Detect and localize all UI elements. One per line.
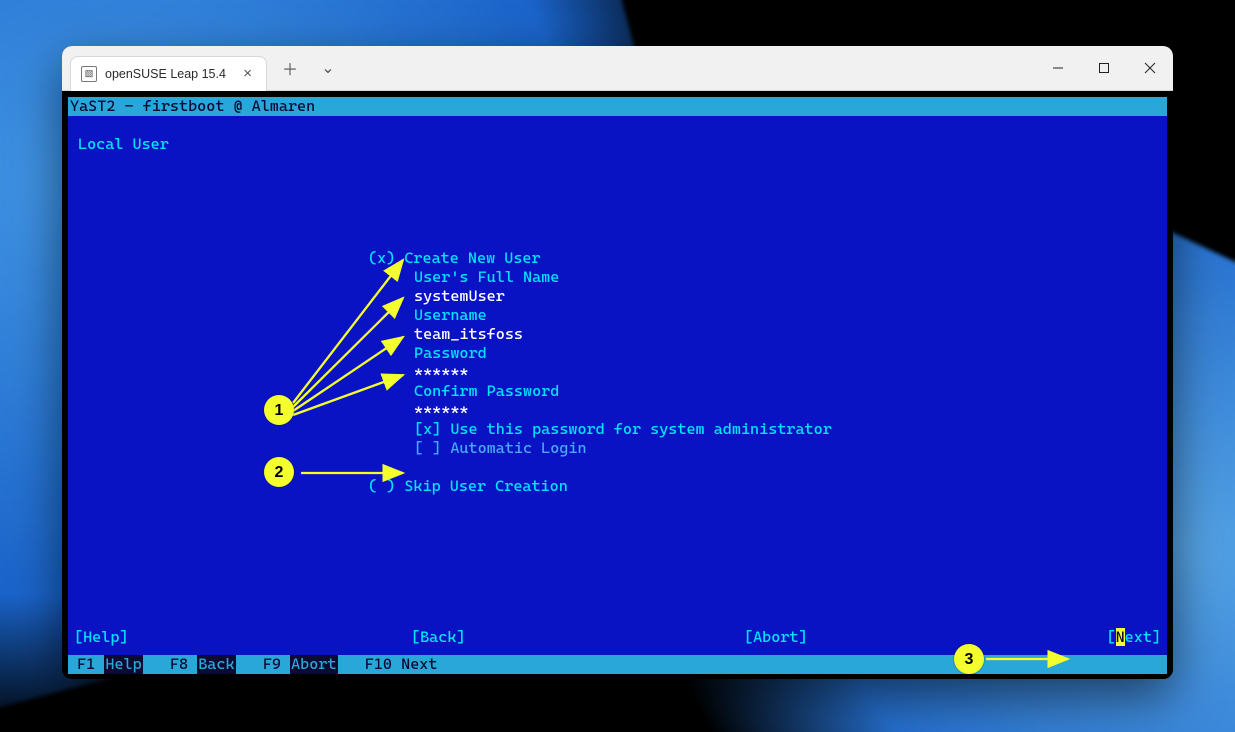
tab-dropdown-button[interactable]: ⌄ [313,53,343,83]
browser-tab[interactable]: ▧ openSUSE Leap 15.4 × [70,56,267,91]
app-window: ▧ openSUSE Leap 15.4 × ＋ ⌄ [62,46,1173,679]
abort-button[interactable]: [Abort] [744,628,808,647]
fkey-f1-label: Help [104,655,142,674]
input-full-name[interactable]: systemUser [414,287,505,306]
annotation-1: 1 [264,395,294,425]
annotation-2: 2 [264,457,294,487]
close-window-button[interactable] [1127,46,1173,90]
radio-skip-user-creation[interactable]: ( ) Skip User Creation [368,477,568,496]
yast-titlebar: YaST2 - firstboot @ Almaren [68,97,1167,116]
close-tab-icon[interactable]: × [239,64,256,83]
checkbox-automatic-login[interactable]: [ ] Automatic Login [414,439,587,458]
label-password: Password [414,344,487,363]
minimize-button[interactable] [1035,46,1081,90]
tab-favicon: ▧ [81,66,97,82]
input-confirm-password[interactable]: ****** [414,401,469,420]
fkey-f9: F9 [263,655,281,674]
fkey-footer: F1 Help F8 Back F9 Abort F10 Next [68,655,1167,674]
maximize-button[interactable] [1081,46,1127,90]
next-button[interactable]: [Next] [1106,628,1161,647]
fkey-f8: F8 [170,655,188,674]
fkey-f8-label: Back [197,655,235,674]
label-confirm-password: Confirm Password [414,382,559,401]
yast-body: Local User (x) Create New User User's Fu… [68,116,1167,655]
window-controls [1035,46,1173,90]
fkey-f10-label: Next [401,655,437,674]
input-password[interactable]: ****** [414,363,469,382]
label-username: Username [414,306,487,325]
fkey-f10: F10 [365,655,392,674]
section-heading: Local User [78,135,169,154]
window-chrome: ▧ openSUSE Leap 15.4 × ＋ ⌄ [62,46,1173,91]
label-full-name: User's Full Name [414,268,559,287]
input-username[interactable]: team_itsfoss [414,325,523,344]
new-tab-button[interactable]: ＋ [275,53,305,83]
help-button[interactable]: [Help] [74,628,129,647]
radio-create-new-user[interactable]: (x) Create New User [368,249,541,268]
terminal: YaST2 - firstboot @ Almaren Local User (… [68,97,1167,674]
fkey-f1: F1 [77,655,95,674]
back-button[interactable]: [Back] [411,628,466,647]
annotation-3: 3 [954,644,984,674]
fkey-f9-label: Abort [290,655,337,674]
checkbox-use-password-for-admin[interactable]: [x] Use this password for system adminis… [414,420,832,439]
tab-title: openSUSE Leap 15.4 [105,67,231,81]
